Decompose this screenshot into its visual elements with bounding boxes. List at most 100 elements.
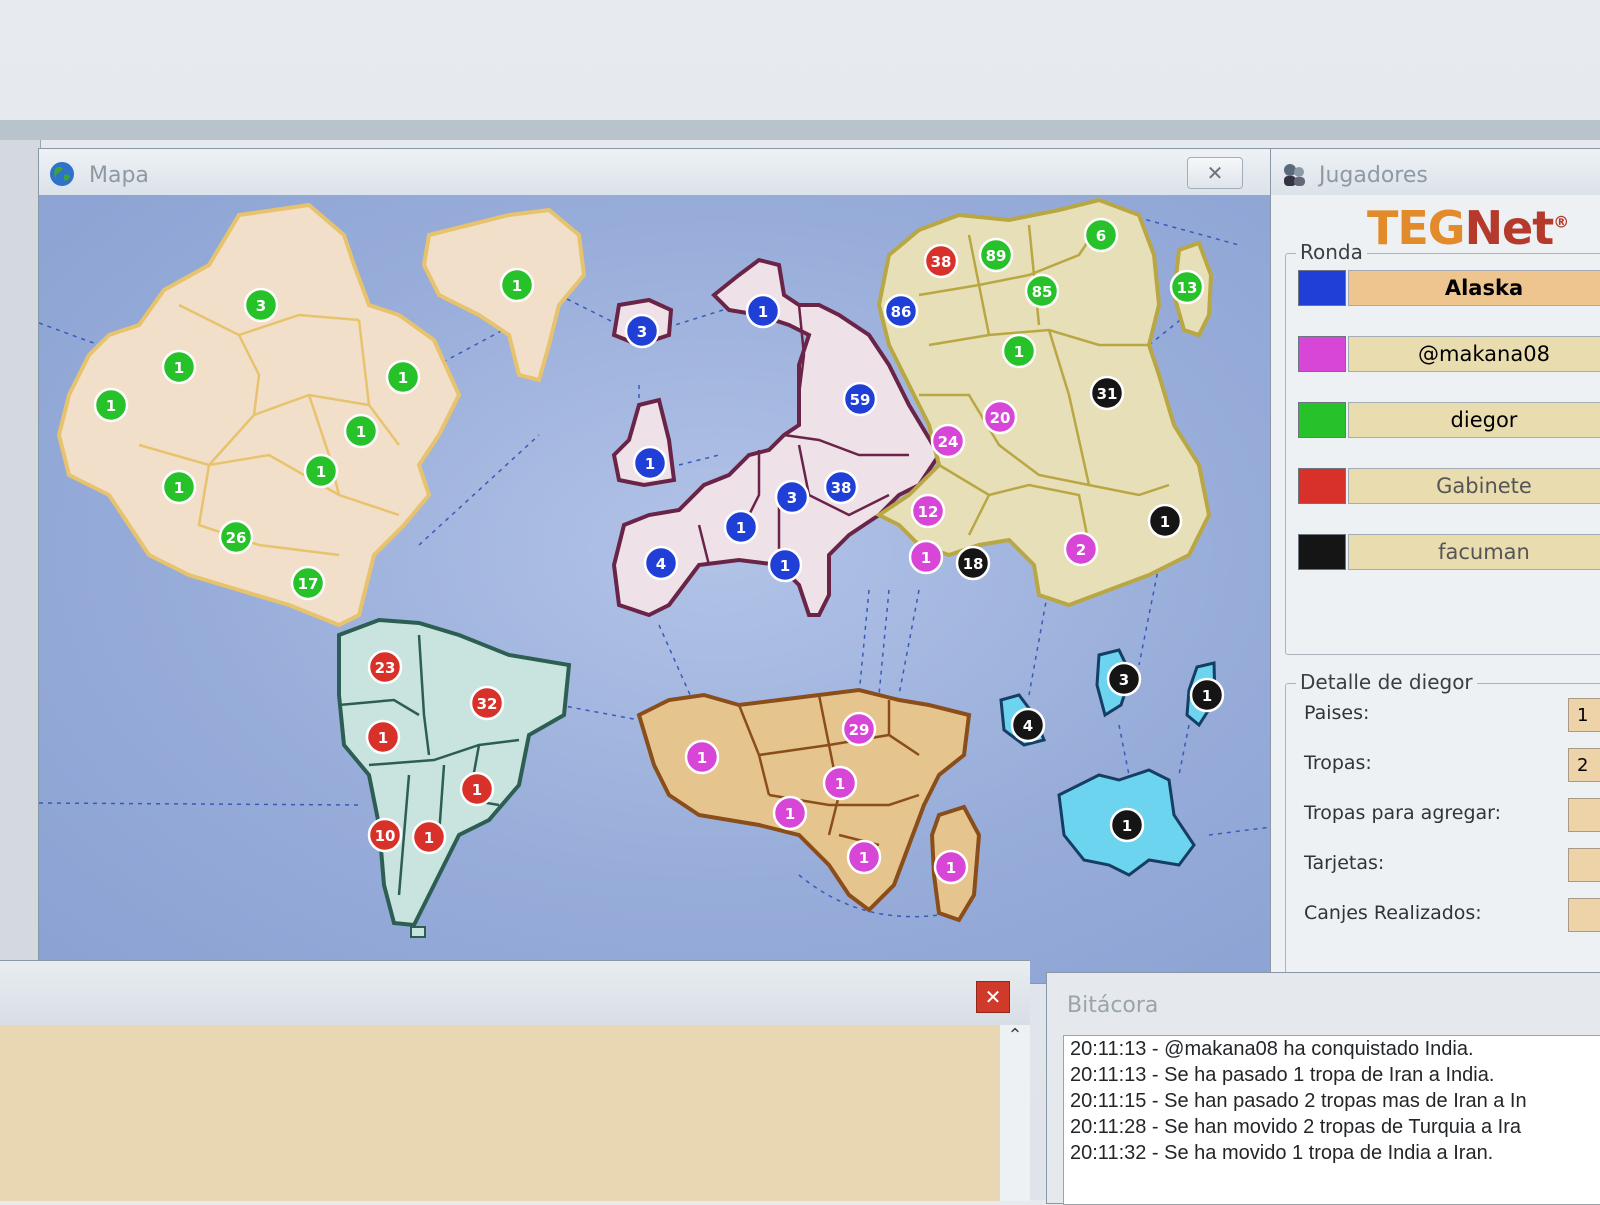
troop-count: 1 [697,749,707,767]
troop-count: 1 [1014,343,1024,361]
troop-marker[interactable]: 1 [822,765,858,801]
troop-marker[interactable]: 1 [933,849,969,885]
players-titlebar[interactable]: Jugadores [1271,149,1600,195]
map-titlebar[interactable]: Mapa ✕ [39,149,1271,195]
detalle-group: Detalle de diegor Paises: 1 Tropas: 2 Tr… [1285,670,1600,975]
map-close-button[interactable]: ✕ [1187,157,1243,189]
troop-marker[interactable]: 38 [923,243,959,279]
troop-marker[interactable]: 1 [161,349,197,385]
troop-marker[interactable]: 10 [367,817,403,853]
troop-marker[interactable]: 1 [161,469,197,505]
troop-count: 10 [375,827,396,845]
troop-marker[interactable]: 1 [1147,503,1183,539]
troop-marker[interactable]: 4 [643,545,679,581]
detail-value-tropas-agregar [1568,798,1600,832]
troop-marker[interactable]: 1 [303,453,339,489]
troop-marker[interactable]: 38 [823,469,859,505]
troop-marker[interactable]: 1 [772,795,808,831]
bottom-window-content[interactable] [0,1025,1000,1201]
troop-count: 2 [1076,541,1086,559]
troop-count: 20 [990,409,1011,427]
bottom-window-close-button[interactable]: ✕ [976,981,1010,1013]
troop-count: 3 [256,297,266,315]
troop-count: 1 [378,729,388,747]
player-row-gabinete[interactable]: Gabinete [1298,468,1600,504]
troop-marker[interactable]: 2 [1063,531,1099,567]
log-line: 20:11:28 - Se han movido 2 tropas de Tur… [1070,1116,1522,1138]
player-name: Gabinete [1348,468,1600,504]
troop-count: 1 [316,463,326,481]
troop-marker[interactable]: 26 [218,519,254,555]
player-row-alaska[interactable]: Alaska [1298,270,1600,306]
troop-marker[interactable]: 1 [684,739,720,775]
troop-count: 4 [656,555,666,573]
troop-marker[interactable]: 24 [930,423,966,459]
bottom-window-scroll-up-icon[interactable]: ⌃ [1000,1025,1030,1201]
log-line: 20:11:32 - Se ha movido 1 tropa de India… [1070,1142,1494,1164]
troop-marker[interactable]: 13 [1169,269,1205,305]
troop-marker[interactable]: 1 [632,445,668,481]
troop-count: 3 [787,489,797,507]
troop-marker[interactable]: 3 [624,313,660,349]
player-color-swatch [1298,534,1346,570]
troop-marker[interactable]: 1 [1189,677,1225,713]
bottom-window-titlebar[interactable]: ✕ [0,961,1030,1025]
troop-count: 13 [1177,279,1198,297]
troop-count: 38 [831,479,852,497]
troop-count: 1 [921,549,931,567]
troop-marker[interactable]: 31 [1089,375,1125,411]
troop-count: 1 [472,781,482,799]
troop-marker[interactable]: 12 [910,493,946,529]
troop-marker[interactable]: 3 [1106,661,1142,697]
detail-label-tarjetas: Tarjetas: [1304,852,1385,874]
troop-marker[interactable]: 1 [343,413,379,449]
troop-count: 1 [174,479,184,497]
player-row-facuman[interactable]: facuman [1298,534,1600,570]
troop-marker[interactable]: 1 [93,387,129,423]
troop-marker[interactable]: 1 [411,819,447,855]
troop-marker[interactable]: 1 [385,359,421,395]
troop-marker[interactable]: 3 [243,287,279,323]
troop-count: 29 [849,721,870,739]
troop-count: 1 [174,359,184,377]
player-row-diegor[interactable]: diegor [1298,402,1600,438]
troop-marker[interactable]: 89 [978,237,1014,273]
troop-marker[interactable]: 1 [846,839,882,875]
troop-marker[interactable]: 23 [367,649,403,685]
detail-label-canjes: Canjes Realizados: [1304,902,1482,924]
bitacora-log[interactable]: 20:11:13 - @makana08 ha conquistado Indi… [1063,1035,1600,1205]
player-row-makana08[interactable]: @makana08 [1298,336,1600,372]
troop-marker[interactable]: 20 [982,399,1018,435]
troop-marker[interactable]: 3 [774,479,810,515]
troop-marker[interactable]: 6 [1083,217,1119,253]
troop-count: 26 [226,529,247,547]
troop-marker[interactable]: 17 [290,565,326,601]
troop-count: 1 [736,519,746,537]
troop-count: 23 [375,659,396,677]
troop-marker[interactable]: 1 [908,539,944,575]
troop-marker[interactable]: 1 [459,771,495,807]
troop-marker[interactable]: 1 [1109,807,1145,843]
troop-count: 1 [398,369,408,387]
troop-marker[interactable]: 86 [883,293,919,329]
detail-label-paises: Paises: [1304,702,1370,724]
troop-marker[interactable]: 1 [745,293,781,329]
troop-marker[interactable]: 1 [723,509,759,545]
troop-marker[interactable]: 1 [1001,333,1037,369]
world-map[interactable]: 3 1 1 1 1 1 1 1 26 17 23 32 1 1 10 1 3 1 1 59 3 38 1 4 1 86 38 89 6 1… [39,195,1271,983]
troop-count: 1 [780,557,790,575]
troop-count: 6 [1096,227,1106,245]
troop-marker[interactable]: 4 [1010,707,1046,743]
troop-marker[interactable]: 85 [1024,273,1060,309]
troop-marker[interactable]: 29 [841,711,877,747]
troop-marker[interactable]: 18 [955,545,991,581]
player-color-swatch [1298,336,1346,372]
troop-count: 1 [424,829,434,847]
troop-marker[interactable]: 1 [499,267,535,303]
troop-marker[interactable]: 1 [365,719,401,755]
troop-marker[interactable]: 1 [767,547,803,583]
troop-count: 1 [356,423,366,441]
troop-marker[interactable]: 32 [469,685,505,721]
world-map-svg[interactable]: 31111111261723321110 13115933814 18638 8961… [39,195,1271,983]
troop-marker[interactable]: 59 [842,381,878,417]
